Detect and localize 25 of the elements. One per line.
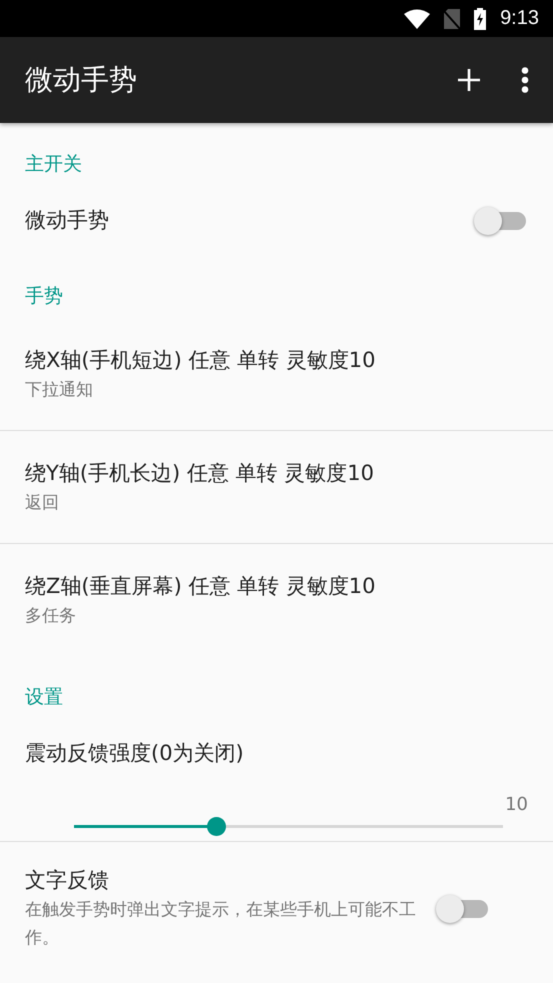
- item-title: 震动反馈强度(0为关闭): [24, 740, 245, 767]
- section-header: 设置: [25, 685, 64, 710]
- gesture-list-item[interactable]: 绕Z轴(垂直屏幕) 任意 单转 灵敏度10 多任务: [0, 543, 553, 656]
- gesture-list-item[interactable]: 绕X轴(手机短边) 任意 单转 灵敏度10 下拉通知: [0, 317, 553, 430]
- gesture-list-item[interactable]: 绕Y轴(手机长边) 任意 单转 灵敏度10 返回: [0, 430, 553, 543]
- add-icon[interactable]: [458, 69, 480, 91]
- section-header: 主开关: [25, 152, 83, 177]
- slider-value: 10: [505, 794, 528, 816]
- slider-thumb[interactable]: [206, 817, 226, 836]
- item-title: 绕X轴(手机短边) 任意 单转 灵敏度10: [25, 346, 377, 374]
- wifi-icon: [404, 8, 430, 28]
- status-time: 9:13: [500, 7, 539, 30]
- more-options-icon[interactable]: [521, 67, 529, 93]
- item-title: 微动手势: [25, 207, 110, 234]
- item-summary: 下拉通知: [25, 378, 94, 402]
- item-title: 文字反馈: [25, 867, 110, 894]
- battery-charging-icon: [474, 8, 486, 30]
- section-header: 手势: [25, 284, 64, 309]
- item-summary: 多任务: [25, 605, 77, 628]
- item-summary: 返回: [25, 492, 60, 515]
- app-title: 微动手势: [25, 62, 138, 98]
- item-title: 绕Z轴(垂直屏幕) 任意 单转 灵敏度10: [25, 573, 377, 600]
- no-sim-icon: [444, 8, 460, 28]
- item-title: 绕Y轴(手机长边) 任意 单转 灵敏度10: [25, 460, 375, 487]
- item-summary: 在触发手势时弹出文字提示，在某些手机上可能不工作。: [25, 899, 417, 950]
